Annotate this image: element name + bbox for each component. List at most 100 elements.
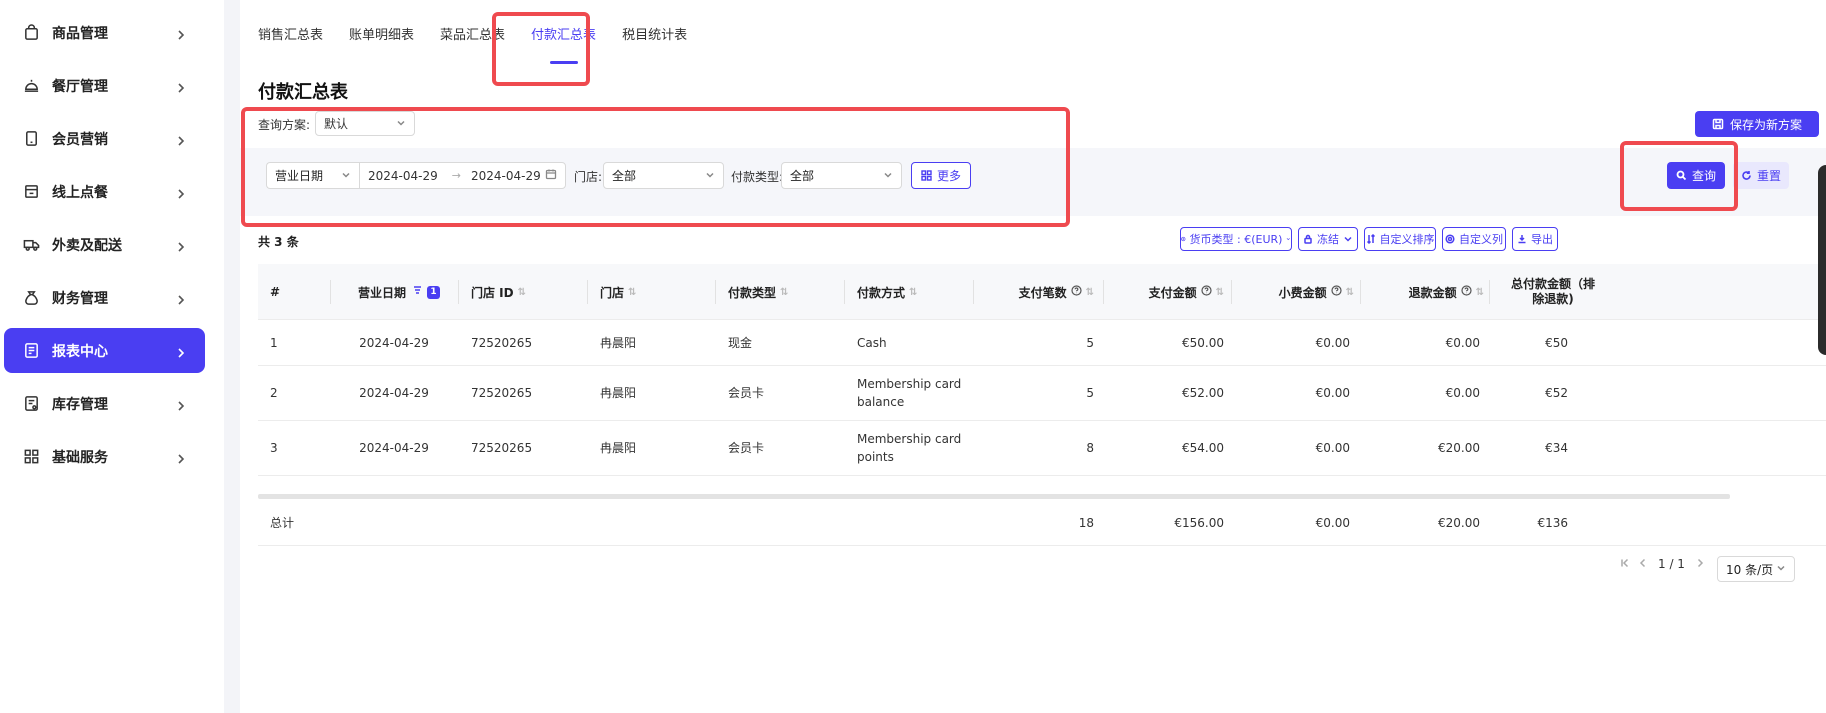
tab-bill-detail[interactable]: 账单明细表 bbox=[349, 24, 414, 48]
sort-icon[interactable]: ⇅ bbox=[628, 287, 636, 298]
sidebar-item-restaurant[interactable]: 餐厅管理 bbox=[4, 63, 205, 108]
col-pay-method[interactable]: 付款方式 ⇅ bbox=[857, 264, 917, 320]
sidebar-item-label: 财务管理 bbox=[52, 290, 108, 307]
chevron-right-icon bbox=[175, 26, 189, 40]
help-icon[interactable] bbox=[1327, 285, 1342, 299]
cell-index: 3 bbox=[270, 441, 278, 455]
freeze-label: 冻结 bbox=[1317, 233, 1339, 246]
cell-total-label: 总计 bbox=[270, 515, 295, 530]
sidebar-item-delivery[interactable]: 外卖及配送 bbox=[4, 222, 205, 267]
pay-method-line-1: Cash bbox=[857, 335, 887, 350]
sidebar-item-inventory[interactable]: 库存管理 bbox=[4, 381, 205, 426]
table-row[interactable]: 3 2024-04-29 72520265 冉晨阳 会员卡 Membership… bbox=[258, 421, 1826, 476]
page-size-value: 10 条/页 bbox=[1726, 562, 1774, 577]
cloche-icon bbox=[22, 77, 40, 95]
cell-tip-amount: €0.00 bbox=[1315, 441, 1350, 455]
sort-icon[interactable]: ⇅ bbox=[909, 287, 917, 298]
cell-pay-method: Cash bbox=[857, 320, 887, 365]
next-page-icon[interactable] bbox=[1695, 557, 1705, 571]
cell-date: 2024-04-29 bbox=[359, 335, 429, 350]
freeze-button[interactable]: 冻结 bbox=[1298, 227, 1358, 251]
col-pay-method-label: 付款方式 bbox=[857, 285, 906, 300]
col-tip-amount[interactable]: 小费金额 ⇅ bbox=[1248, 264, 1354, 320]
horizontal-scrollbar[interactable] bbox=[258, 494, 1730, 499]
chevron-right-icon bbox=[175, 450, 189, 464]
sidebar-item-reports[interactable]: 报表中心 bbox=[4, 328, 205, 373]
col-pay-count[interactable]: 支付笔数 ⇅ bbox=[988, 264, 1094, 320]
report-tabs: 销售汇总表 账单明细表 菜品汇总表 付款汇总表 税目统计表 bbox=[258, 24, 713, 60]
tab-tax-statistics[interactable]: 税目统计表 bbox=[622, 24, 687, 48]
custom-sort-button[interactable]: 自定义排序 bbox=[1364, 227, 1436, 251]
sort-icon[interactable]: ⇅ bbox=[518, 287, 526, 298]
sort-icon[interactable]: ⇅ bbox=[1476, 287, 1484, 298]
truck-icon bbox=[22, 236, 40, 254]
sidebar: 商品管理 餐厅管理 会员营销 线上点餐 外卖及配送 财务管理 报表中心 库存管理 bbox=[0, 0, 224, 713]
custom-columns-button[interactable]: 自定义列 bbox=[1442, 227, 1506, 251]
bag-icon bbox=[22, 24, 40, 42]
sort-desc-icon[interactable] bbox=[406, 285, 423, 299]
save-scheme-label: 保存为新方案 bbox=[1729, 117, 1802, 132]
help-icon[interactable] bbox=[1457, 285, 1472, 299]
col-pay-amount-label: 支付金额 bbox=[1148, 285, 1197, 300]
col-pay-type[interactable]: 付款类型 ⇅ bbox=[728, 264, 788, 320]
first-page-icon[interactable] bbox=[1620, 557, 1630, 571]
sort-icon[interactable]: ⇅ bbox=[1346, 287, 1354, 298]
report-icon bbox=[22, 342, 40, 360]
col-refund-amount[interactable]: 退款金额 ⇅ bbox=[1378, 264, 1484, 320]
cell-pay-count: 5 bbox=[1086, 386, 1094, 400]
pay-method-line-2: points bbox=[857, 450, 894, 464]
sidebar-item-finance[interactable]: 财务管理 bbox=[4, 275, 205, 320]
col-total-amount[interactable]: 总付款金额（排除退款) bbox=[1498, 264, 1598, 320]
page-title: 付款汇总表 bbox=[258, 82, 348, 103]
currency-type-button[interactable]: 货币类型 : €(EUR) bbox=[1180, 227, 1292, 251]
export-button[interactable]: 导出 bbox=[1512, 227, 1558, 251]
highlight-tab-annotation bbox=[492, 12, 590, 86]
cell-store-id: 72520265 bbox=[471, 441, 533, 455]
sort-icon[interactable]: ⇅ bbox=[780, 287, 788, 298]
sidebar-item-label: 会员营销 bbox=[52, 131, 108, 148]
page-size-select[interactable]: 10 条/页 bbox=[1717, 556, 1795, 582]
reset-button[interactable]: 重置 bbox=[1733, 162, 1789, 189]
col-business-date[interactable]: 营业日期 1 bbox=[358, 264, 441, 320]
sidebar-item-label: 库存管理 bbox=[52, 396, 108, 413]
sidebar-item-online-order[interactable]: 线上点餐 bbox=[4, 169, 205, 214]
help-icon[interactable] bbox=[1197, 285, 1212, 299]
sidebar-item-basic-services[interactable]: 基础服务 bbox=[4, 434, 205, 479]
col-store-id[interactable]: 门店 ID ⇅ bbox=[471, 264, 526, 320]
cell-index: 1 bbox=[270, 335, 278, 350]
sidebar-item-membership[interactable]: 会员营销 bbox=[4, 116, 205, 161]
pagination: 1 / 1 bbox=[1620, 557, 1705, 571]
cell-total-pay-amount: €156.00 bbox=[1174, 515, 1224, 530]
col-refund-amount-label: 退款金额 bbox=[1408, 285, 1457, 300]
col-pay-amount[interactable]: 支付金额 ⇅ bbox=[1118, 264, 1224, 320]
cell-store: 冉晨阳 bbox=[600, 441, 637, 455]
table-row[interactable]: 2 2024-04-29 72520265 冉晨阳 会员卡 Membership… bbox=[258, 366, 1826, 421]
col-store-id-label: 门店 ID bbox=[471, 285, 514, 300]
sidebar-item-products[interactable]: 商品管理 bbox=[4, 10, 205, 55]
money-bag-icon bbox=[22, 289, 40, 307]
sort-icon[interactable]: ⇅ bbox=[1216, 287, 1224, 298]
prev-page-icon[interactable] bbox=[1638, 557, 1648, 571]
help-icon[interactable] bbox=[1067, 285, 1082, 299]
lock-icon bbox=[1304, 234, 1312, 244]
sidebar-item-label: 线上点餐 bbox=[52, 184, 108, 201]
chevron-right-icon bbox=[175, 185, 189, 199]
save-scheme-button[interactable]: 保存为新方案 bbox=[1695, 111, 1819, 137]
table-total-row: 总计 18 €156.00 €0.00 €20.00 €136 bbox=[258, 500, 1826, 546]
record-count: 共 3 条 bbox=[258, 235, 299, 249]
currency-type-label: 货币类型 : €(EUR) bbox=[1189, 233, 1283, 246]
sort-icon[interactable]: ⇅ bbox=[1086, 287, 1094, 298]
pay-method-line-1: Membership card bbox=[857, 432, 962, 446]
chevron-right-icon bbox=[175, 132, 189, 146]
tab-sales-summary[interactable]: 销售汇总表 bbox=[258, 24, 323, 48]
col-store[interactable]: 门店 ⇅ bbox=[600, 264, 636, 320]
side-floating-widget[interactable] bbox=[1818, 165, 1826, 355]
cell-total-amount: €34 bbox=[1545, 441, 1568, 455]
cell-pay-type: 现金 bbox=[728, 335, 753, 350]
cell-total-grand: €136 bbox=[1537, 515, 1568, 530]
table-row[interactable]: 1 2024-04-29 72520265 冉晨阳 现金 Cash 5 €50.… bbox=[258, 320, 1826, 366]
cell-date: 2024-04-29 bbox=[359, 386, 429, 400]
table-toolbar: 货币类型 : €(EUR) 冻结 自定义排序 自定义列 导出 bbox=[1180, 227, 1796, 251]
chevron-down-icon bbox=[1776, 562, 1786, 576]
col-tip-amount-label: 小费金额 bbox=[1278, 285, 1327, 300]
